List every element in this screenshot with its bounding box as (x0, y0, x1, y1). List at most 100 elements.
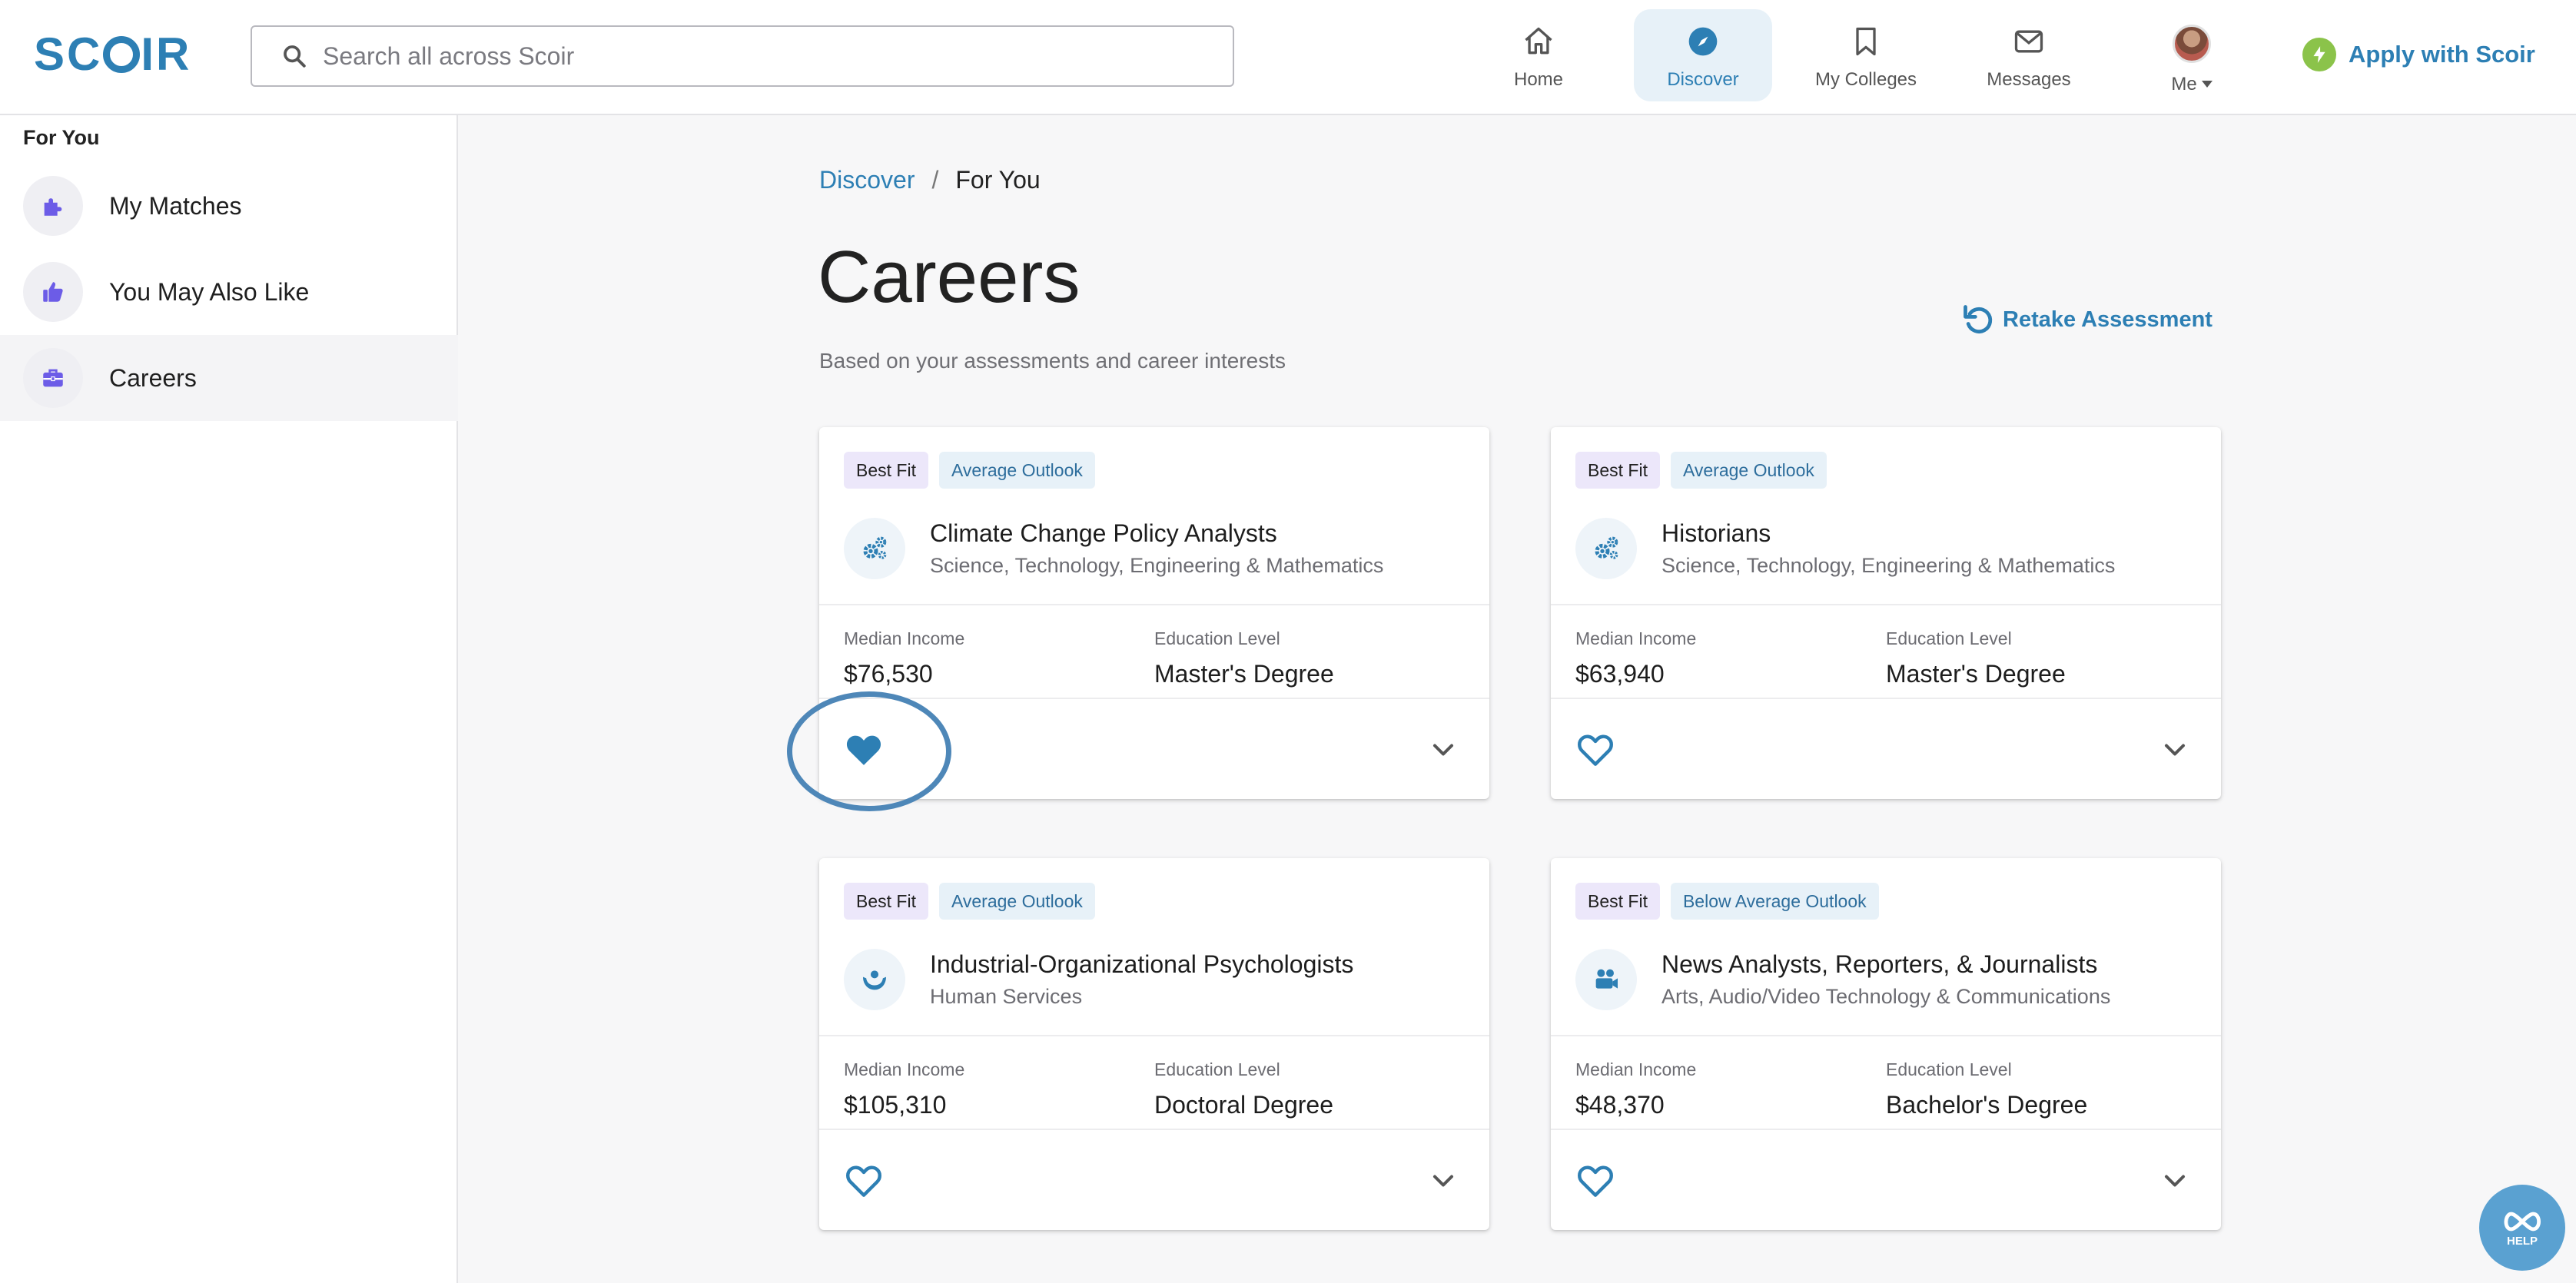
favorite-button[interactable] (842, 1159, 885, 1202)
favorite-button[interactable] (1574, 728, 1617, 771)
nav-me[interactable]: Me (2123, 9, 2261, 101)
divider (1551, 1035, 2221, 1036)
retake-assessment-button[interactable]: Retake Assessment (1961, 303, 2213, 336)
helping-hands-icon (863, 970, 886, 990)
nav-my-colleges[interactable]: My Colleges (1797, 9, 1935, 101)
favorite-button[interactable] (1574, 1159, 1617, 1202)
outlook-badge: Below Average Outlook (1670, 883, 1879, 920)
education-level-label: Education Level (1154, 1059, 1280, 1079)
career-name[interactable]: News Analysts, Reporters, & Journalists (1661, 950, 2110, 979)
nav-messages-label: Messages (1987, 69, 2071, 90)
education-level-value: Doctoral Degree (1154, 1091, 1333, 1119)
fit-badge: Best Fit (844, 452, 928, 489)
infinity-icon (2504, 1212, 2541, 1231)
education-level-value: Master's Degree (1154, 660, 1334, 688)
median-income-label: Median Income (1575, 628, 1697, 648)
avatar (2173, 25, 2211, 63)
career-cluster: Arts, Audio/Video Technology & Communica… (1661, 985, 2111, 1008)
nav-discover-label: Discover (1667, 69, 1739, 90)
divider (1551, 604, 2221, 605)
sidebar-item-label: My Matches (109, 191, 242, 220)
compass-icon (1688, 27, 1718, 56)
median-income-value: $48,370 (1575, 1091, 1665, 1119)
retake-label: Retake Assessment (2003, 307, 2213, 332)
top-header: SCIR Home Discover My Colleges Messages … (0, 0, 2576, 115)
divider (819, 604, 1489, 605)
career-card[interactable]: Best Fit Below Average Outlook News Anal… (1551, 858, 2221, 1230)
briefcase-icon (43, 369, 63, 387)
gears-icon (1595, 536, 1618, 559)
median-income-value: $105,310 (844, 1091, 947, 1119)
career-name[interactable]: Industrial-Organizational Psychologists (930, 950, 1353, 979)
outlook-badge: Average Outlook (938, 452, 1095, 489)
education-level-label: Education Level (1154, 628, 1280, 648)
breadcrumb-separator: / (931, 166, 939, 194)
nav-home-label: Home (1513, 69, 1564, 90)
help-label: HELP (2506, 1234, 2538, 1248)
breadcrumb-current: For You (955, 166, 1041, 194)
page-subtitle: Based on your assessments and career int… (819, 349, 1286, 373)
chevron-down-icon (1432, 744, 1454, 756)
heart-filled-icon (846, 735, 881, 765)
home-icon (1525, 27, 1552, 55)
expand-button[interactable] (1426, 1164, 1460, 1198)
video-camera-icon (1595, 969, 1618, 989)
nav-my-colleges-label: My Colleges (1814, 69, 1917, 90)
career-card[interactable]: Best Fit Average Outlook Industrial-Orga… (819, 858, 1489, 1230)
lightning-bolt-icon (2302, 38, 2336, 71)
nav-messages[interactable]: Messages (1960, 9, 2098, 101)
nav-discover[interactable]: Discover (1634, 9, 1772, 101)
puzzle-icon (44, 198, 62, 216)
median-income-label: Median Income (1575, 1059, 1697, 1079)
sidebar-title: For You (23, 126, 100, 149)
education-level-label: Education Level (1886, 1059, 2012, 1079)
median-income-value: $76,530 (844, 660, 933, 688)
breadcrumb-discover-link[interactable]: Discover (819, 166, 915, 194)
chevron-down-icon (1432, 1175, 1454, 1187)
education-level-value: Bachelor's Degree (1886, 1091, 2088, 1119)
median-income-label: Median Income (844, 1059, 965, 1079)
apply-label: Apply with Scoir (2349, 41, 2535, 68)
mail-icon (2014, 30, 2043, 53)
heart-outline-icon (1578, 734, 1613, 766)
expand-button[interactable] (1426, 733, 1460, 767)
sidebar-item-you-may-also-like[interactable]: You May Also Like (0, 249, 458, 335)
outlook-badge: Average Outlook (1670, 452, 1827, 489)
outlook-badge: Average Outlook (938, 883, 1095, 920)
career-name[interactable]: Historians (1661, 519, 2115, 548)
career-card[interactable]: Best Fit Average Outlook Climate Change … (819, 427, 1489, 799)
sidebar-item-label: Careers (109, 363, 197, 392)
expand-button[interactable] (2158, 733, 2192, 767)
help-button[interactable]: HELP (2479, 1185, 2565, 1271)
career-cluster: Science, Technology, Engineering & Mathe… (1661, 554, 2116, 577)
search-bar[interactable] (251, 25, 1234, 87)
education-level-label: Education Level (1886, 628, 2012, 648)
fit-badge: Best Fit (1575, 883, 1660, 920)
sidebar-item-my-matches[interactable]: My Matches (0, 163, 458, 249)
heart-outline-icon (1578, 1165, 1613, 1197)
sidebar-item-careers[interactable]: Careers (0, 335, 458, 421)
retake-icon (1964, 305, 1993, 333)
chevron-down-icon (2164, 1175, 2186, 1187)
favorite-button[interactable] (842, 728, 885, 771)
career-card[interactable]: Best Fit Average Outlook Historians Scie… (1551, 427, 2221, 799)
apply-with-scoir-button[interactable]: Apply with Scoir (2302, 35, 2535, 74)
chevron-down-icon (2164, 744, 2186, 756)
median-income-value: $63,940 (1575, 660, 1665, 688)
thumbs-up-icon (43, 282, 63, 302)
gears-icon (863, 536, 887, 559)
search-icon (284, 45, 306, 68)
heart-outline-icon (846, 1165, 881, 1197)
nav-home[interactable]: Home (1469, 9, 1608, 101)
career-cluster: Science, Technology, Engineering & Mathe… (930, 554, 1384, 577)
scoir-logo[interactable]: SC IR (34, 29, 191, 80)
nav-me-label: Me (2171, 74, 2197, 94)
expand-button[interactable] (2158, 1164, 2192, 1198)
sidebar-item-label: You May Also Like (109, 277, 310, 306)
divider (1551, 698, 2221, 699)
search-input[interactable] (321, 41, 1167, 71)
fit-badge: Best Fit (1575, 452, 1660, 489)
page-title: Careers (818, 236, 1081, 318)
career-name[interactable]: Climate Change Policy Analysts (930, 519, 1383, 548)
caret-down-icon (2201, 81, 2213, 88)
